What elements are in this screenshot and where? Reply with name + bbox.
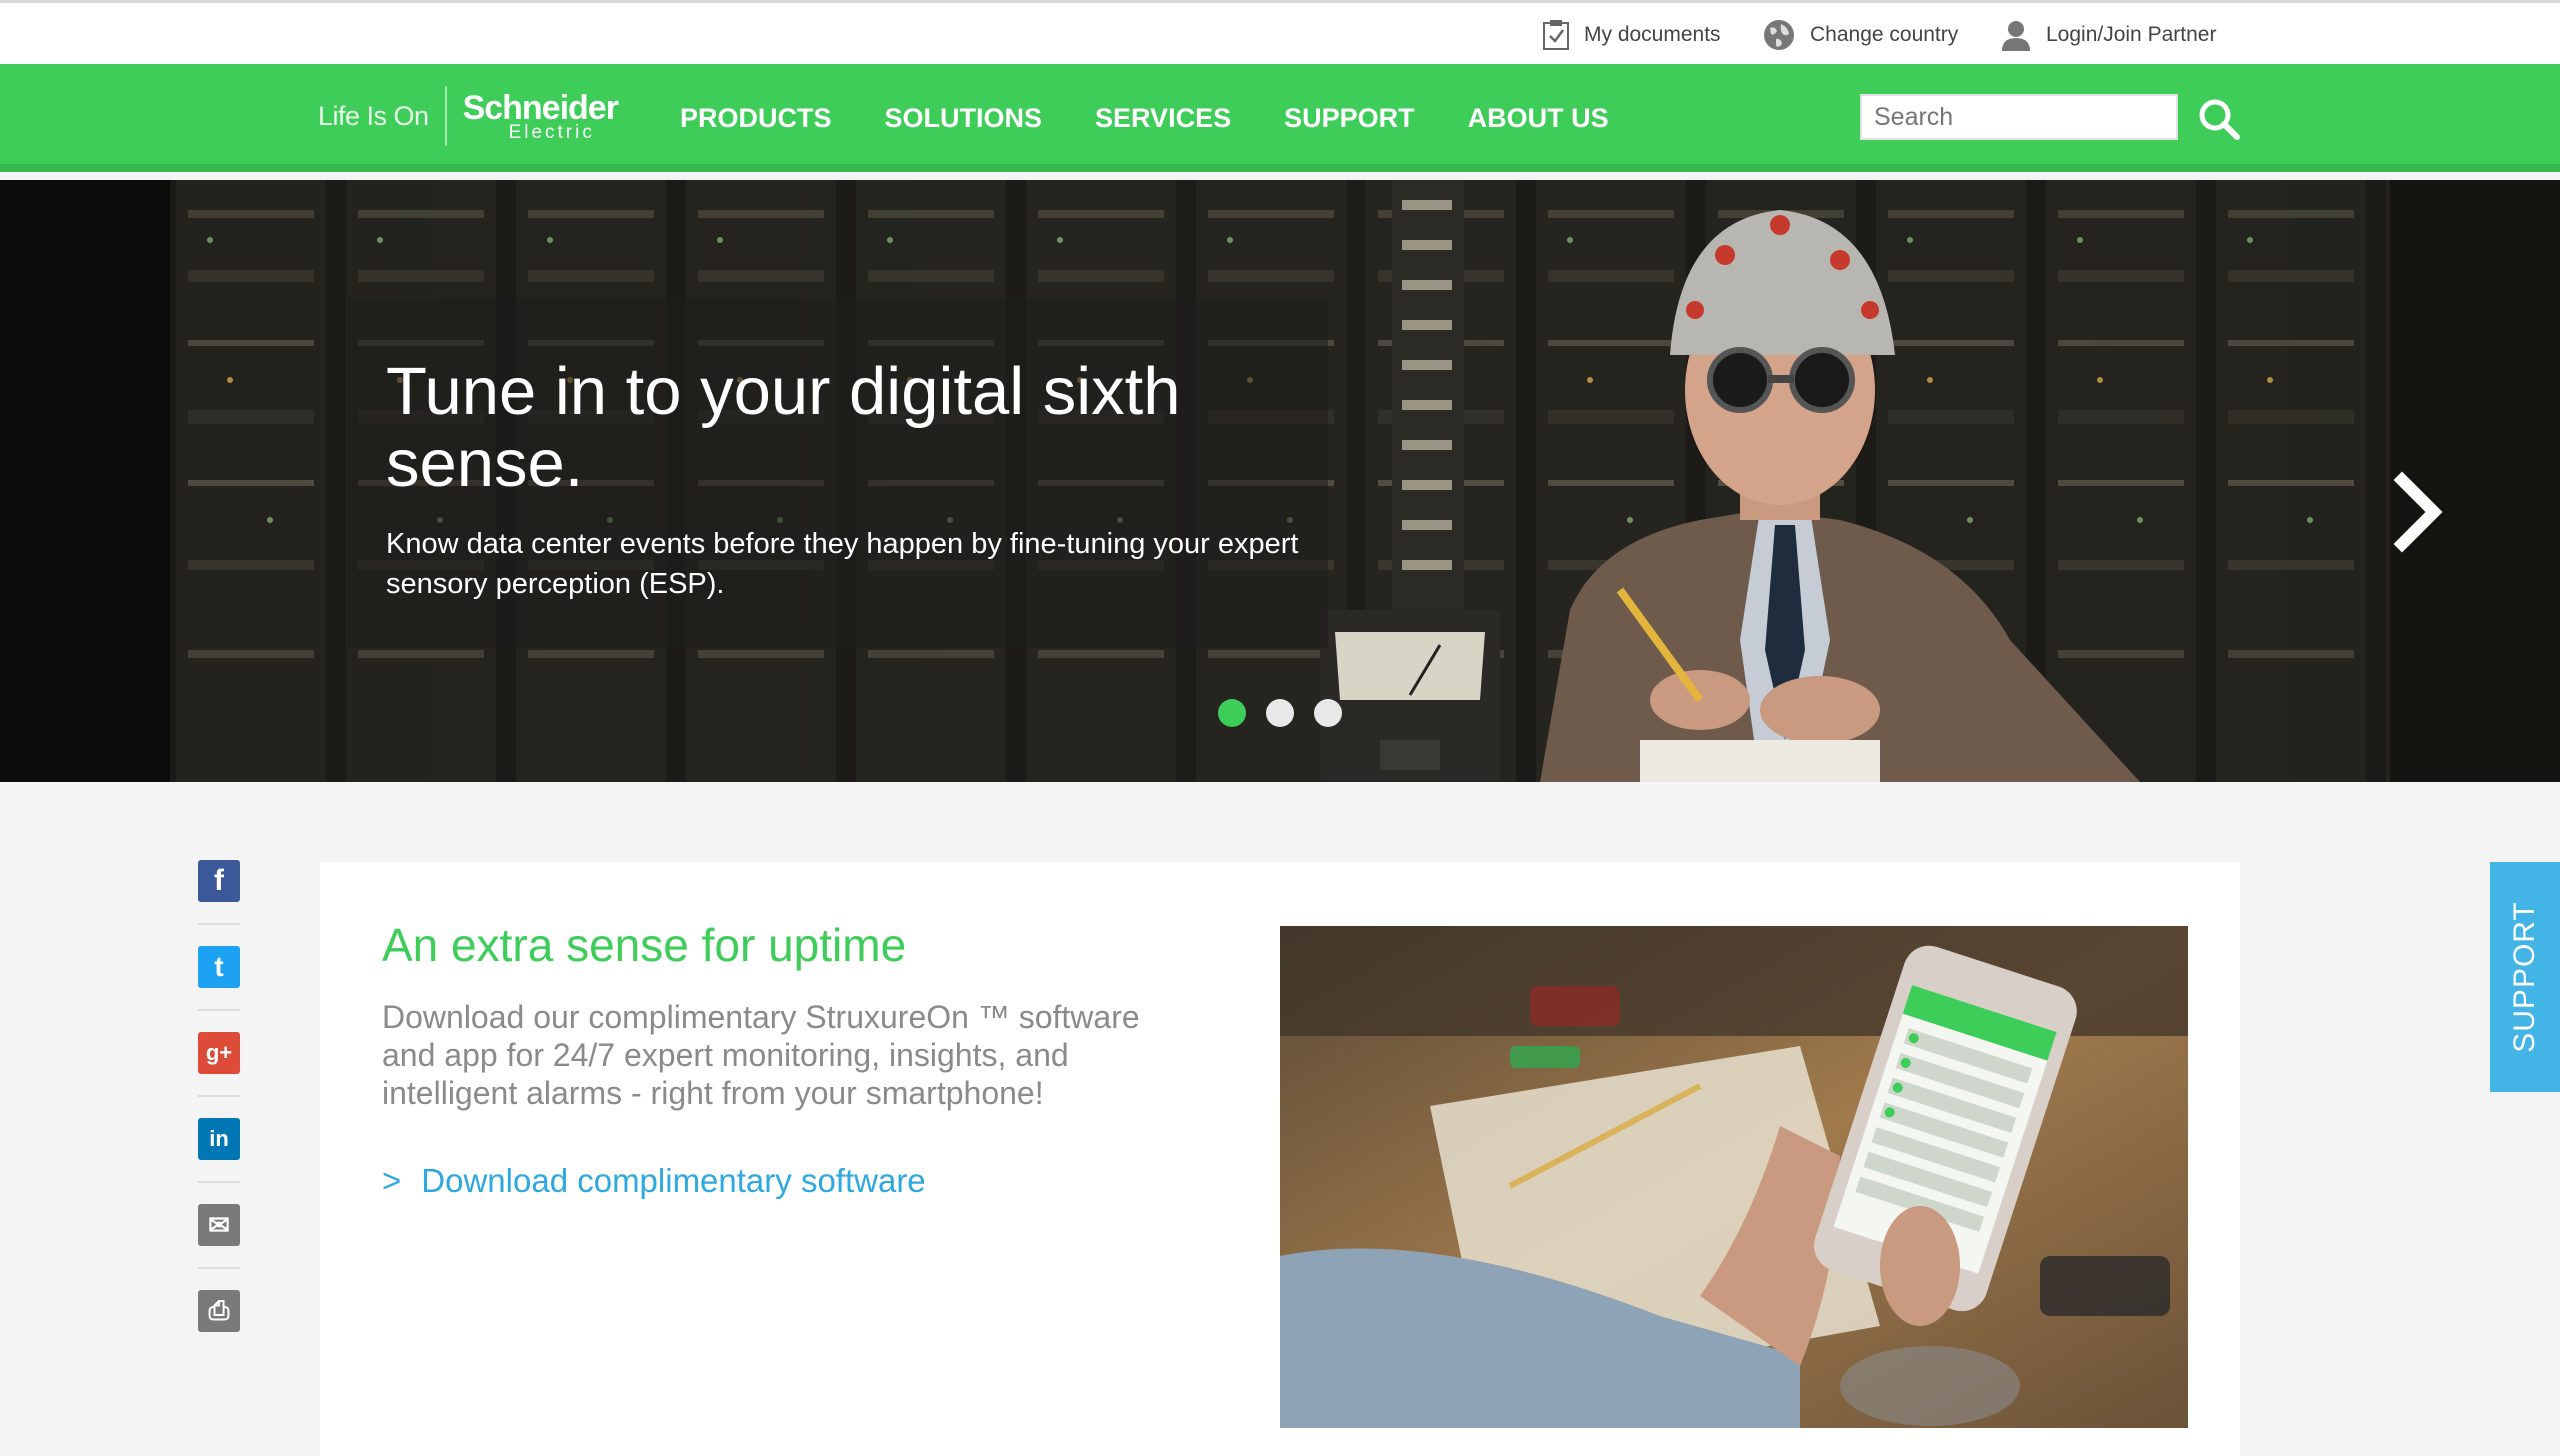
life-is-on-tagline: Life Is On bbox=[318, 100, 429, 131]
carousel-dot-3[interactable] bbox=[1314, 699, 1342, 727]
smartphone-app-image bbox=[1280, 926, 2188, 1428]
document-check-icon bbox=[1543, 20, 1569, 50]
search-input[interactable] bbox=[1860, 94, 2178, 140]
linkedin-glyph: in bbox=[209, 1126, 229, 1151]
link-chevron-icon: > bbox=[382, 1162, 402, 1199]
brand-divider bbox=[444, 86, 447, 146]
print-glyph: ⎙ bbox=[208, 1295, 230, 1325]
support-tab[interactable]: SUPPORT bbox=[2490, 862, 2560, 1092]
nav-products[interactable]: PRODUCTS bbox=[680, 103, 832, 134]
feature-card: An extra sense for uptime Download our c… bbox=[320, 862, 2240, 1456]
carousel-dot-1[interactable] bbox=[1218, 699, 1246, 727]
email-icon[interactable]: ✉ bbox=[198, 1204, 240, 1269]
nav-about-us[interactable]: ABOUT US bbox=[1468, 103, 1609, 134]
support-tab-label: SUPPORT bbox=[2508, 901, 2541, 1053]
logo-sub: Electric bbox=[508, 121, 595, 143]
change-country-link[interactable]: Change country bbox=[1762, 17, 1958, 53]
hero-subtitle: Know data center events before they happ… bbox=[386, 528, 1299, 600]
linkedin-icon[interactable]: in bbox=[198, 1118, 240, 1183]
change-country-label: Change country bbox=[1810, 23, 1959, 46]
globe-icon bbox=[1764, 20, 1794, 50]
download-link-label: Download complimentary software bbox=[421, 1162, 926, 1199]
logo-name: Schneider bbox=[462, 88, 619, 127]
hero-carousel: Tune in to your digital sixth sense. Kno… bbox=[0, 180, 2560, 782]
chevron-right-icon[interactable] bbox=[2380, 446, 2460, 576]
twitter-glyph: t bbox=[214, 951, 224, 982]
google-plus-glyph: g+ bbox=[205, 1040, 233, 1065]
feature-description: Download our complimentary StruxureOn ™ … bbox=[382, 999, 1140, 1111]
schneider-logo: Schneider Electric bbox=[462, 88, 619, 143]
nav-support[interactable]: SUPPORT bbox=[1284, 103, 1415, 134]
nav-solutions[interactable]: SOLUTIONS bbox=[885, 103, 1043, 134]
utility-bar: My documents Change country Login/Join P… bbox=[0, 0, 2560, 64]
print-icon[interactable]: ⎙ bbox=[198, 1290, 240, 1332]
feature-title: An extra sense for uptime bbox=[382, 919, 907, 971]
social-share-bar: f t g+ in ✉ ⎙ bbox=[198, 860, 242, 1376]
user-icon bbox=[2002, 21, 2030, 51]
brand-logo[interactable]: Life Is On Schneider Electric bbox=[318, 86, 619, 146]
my-documents-link[interactable]: My documents bbox=[1542, 17, 1721, 53]
login-label: Login/Join Partner bbox=[2046, 23, 2217, 46]
google-plus-icon[interactable]: g+ bbox=[198, 1032, 240, 1097]
facebook-glyph: f bbox=[214, 864, 224, 897]
twitter-icon[interactable]: t bbox=[198, 946, 240, 1011]
my-documents-label: My documents bbox=[1584, 23, 1721, 46]
search-icon[interactable] bbox=[2196, 96, 2242, 142]
facebook-icon[interactable]: f bbox=[198, 860, 240, 925]
nav-services[interactable]: SERVICES bbox=[1095, 103, 1231, 134]
carousel-dot-2[interactable] bbox=[1266, 699, 1294, 727]
hero-title: Tune in to your digital sixth sense. bbox=[386, 354, 1181, 501]
email-glyph: ✉ bbox=[208, 1209, 230, 1240]
nav-links: PRODUCTS SOLUTIONS SERVICES SUPPORT ABOU… bbox=[680, 64, 1662, 172]
login-link[interactable]: Login/Join Partner bbox=[2000, 17, 2216, 53]
main-navigation: Life Is On Schneider Electric PRODUCTS S… bbox=[0, 64, 2560, 172]
download-software-link[interactable]: > Download complimentary software bbox=[382, 1162, 926, 1200]
